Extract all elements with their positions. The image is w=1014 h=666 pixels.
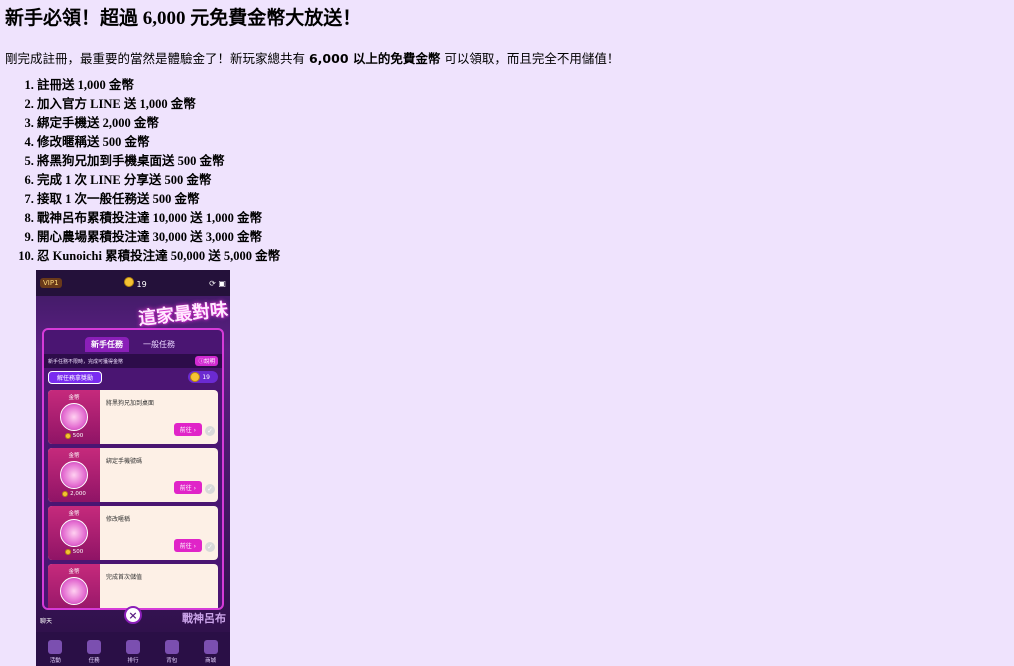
check-icon: ✓ [205, 542, 215, 552]
task-card: 金幣 完成首次儲值 [48, 564, 218, 608]
tab-general: 一般任務 [143, 340, 175, 349]
help-button: ⓘ說明 [195, 356, 218, 366]
task-card: 金幣 500 將黑狗兄加到桌面 前往 › ✓ [48, 390, 218, 444]
task-note-text: 新手任務不限時，完成可獲得金幣 [48, 358, 124, 365]
reward-icon [60, 461, 88, 489]
nav-item-bag: 背包 [164, 640, 179, 664]
list-item: 修改暱稱送 500 金幣 [37, 133, 1009, 152]
shop-icon [203, 640, 218, 654]
list-item: 完成 1 次 LINE 分享送 500 金幣 [37, 171, 1009, 190]
nav-item-shop: 商城 [203, 640, 218, 664]
app-bottom-nav: 活動 任務 排行 背包 商城 [36, 632, 230, 666]
article-heading: 新手必領！超過 6,000 元免費金幣大放送！ [5, 8, 362, 29]
task-note: 新手任務不限時，完成可獲得金幣 ⓘ說明 [44, 354, 222, 368]
nav-item-tasks: 任務 [87, 640, 102, 664]
reward-icon [60, 577, 88, 605]
vip-badge: VIP1 [40, 278, 62, 288]
check-icon: ✓ [205, 426, 215, 436]
list-item: 綁定手機送 2,000 金幣 [37, 114, 1009, 133]
tab-newbie: 新手任務 [85, 337, 129, 352]
list-item: 加入官方 LINE 送 1,000 金幣 [37, 95, 1009, 114]
coin-balance: 19 [123, 277, 147, 289]
go-button: 前往 › [173, 539, 202, 552]
task-progress: 解任務拿獎勵 19 [44, 368, 222, 386]
list-item: 開心農場累積投注達 30,000 送 3,000 金幣 [37, 228, 1009, 247]
list-item: 戰神呂布累積投注達 10,000 送 1,000 金幣 [37, 209, 1009, 228]
tasks-icon [87, 640, 102, 654]
game-banner: 這家最對味 [137, 299, 230, 330]
ranking-icon [125, 640, 140, 654]
bag-icon [164, 640, 179, 654]
bonus-list: 註冊送 1,000 金幣 加入官方 LINE 送 1,000 金幣 綁定手機送 … [5, 76, 1009, 266]
activity-icon [48, 640, 63, 654]
check-icon: ✓ [205, 484, 215, 494]
go-button: 前往 › [173, 481, 202, 494]
settings-icon: ⟳ ▣ [209, 278, 226, 288]
article: 新手必領！超過 6,000 元免費金幣大放送！ 剛完成註冊，最重要的當然是體驗金… [0, 0, 1014, 266]
list-item: 接取 1 次一般任務送 500 金幣 [37, 190, 1009, 209]
coin-count: 19 [136, 280, 147, 289]
list-item: 將黑狗兄加到手機桌面送 500 金幣 [37, 152, 1009, 171]
app-screenshot: VIP1 19 ⟳ ▣ 這家最對味 新手任務 一般任務 新手任務不限時，完成可獲… [36, 270, 230, 666]
intro-before: 剛完成註冊，最重要的當然是體驗金了！新玩家總共有 [5, 51, 309, 66]
intro-after: 可以領取，而且完全不用儲值！ [440, 51, 620, 66]
reward-button: 解任務拿獎勵 [48, 370, 103, 384]
side-game-title: 戰神呂布 [182, 612, 226, 625]
close-icon: × [124, 606, 142, 624]
intro-bold: 6,000 以上的免費金幣 [308, 51, 441, 66]
app-topbar: VIP1 19 ⟳ ▣ [36, 270, 230, 296]
coin-icon [190, 372, 201, 382]
go-button: 前往 › [173, 423, 202, 436]
task-card: 金幣 2,000 綁定手機號碼 前往 › ✓ [48, 448, 218, 502]
chat-label: 聊天 [40, 618, 53, 625]
task-panel: 新手任務 一般任務 新手任務不限時，完成可獲得金幣 ⓘ說明 解任務拿獎勵 19 … [42, 328, 224, 610]
reward-icon [60, 519, 88, 547]
list-item: 忍 Kunoichi 累積投注達 50,000 送 5,000 金幣 [37, 247, 1009, 266]
task-tabs: 新手任務 一般任務 [44, 332, 222, 352]
task-count: 19 [188, 371, 218, 383]
list-item: 註冊送 1,000 金幣 [37, 76, 1009, 95]
intro-paragraph: 剛完成註冊，最重要的當然是體驗金了！新玩家總共有 6,000 以上的免費金幣 可… [5, 50, 1009, 68]
nav-item-ranking: 排行 [125, 640, 140, 664]
reward-icon [60, 403, 88, 431]
coin-icon [123, 277, 134, 287]
task-card: 金幣 500 修改暱稱 前往 › ✓ [48, 506, 218, 560]
nav-item-activity: 活動 [48, 640, 63, 664]
